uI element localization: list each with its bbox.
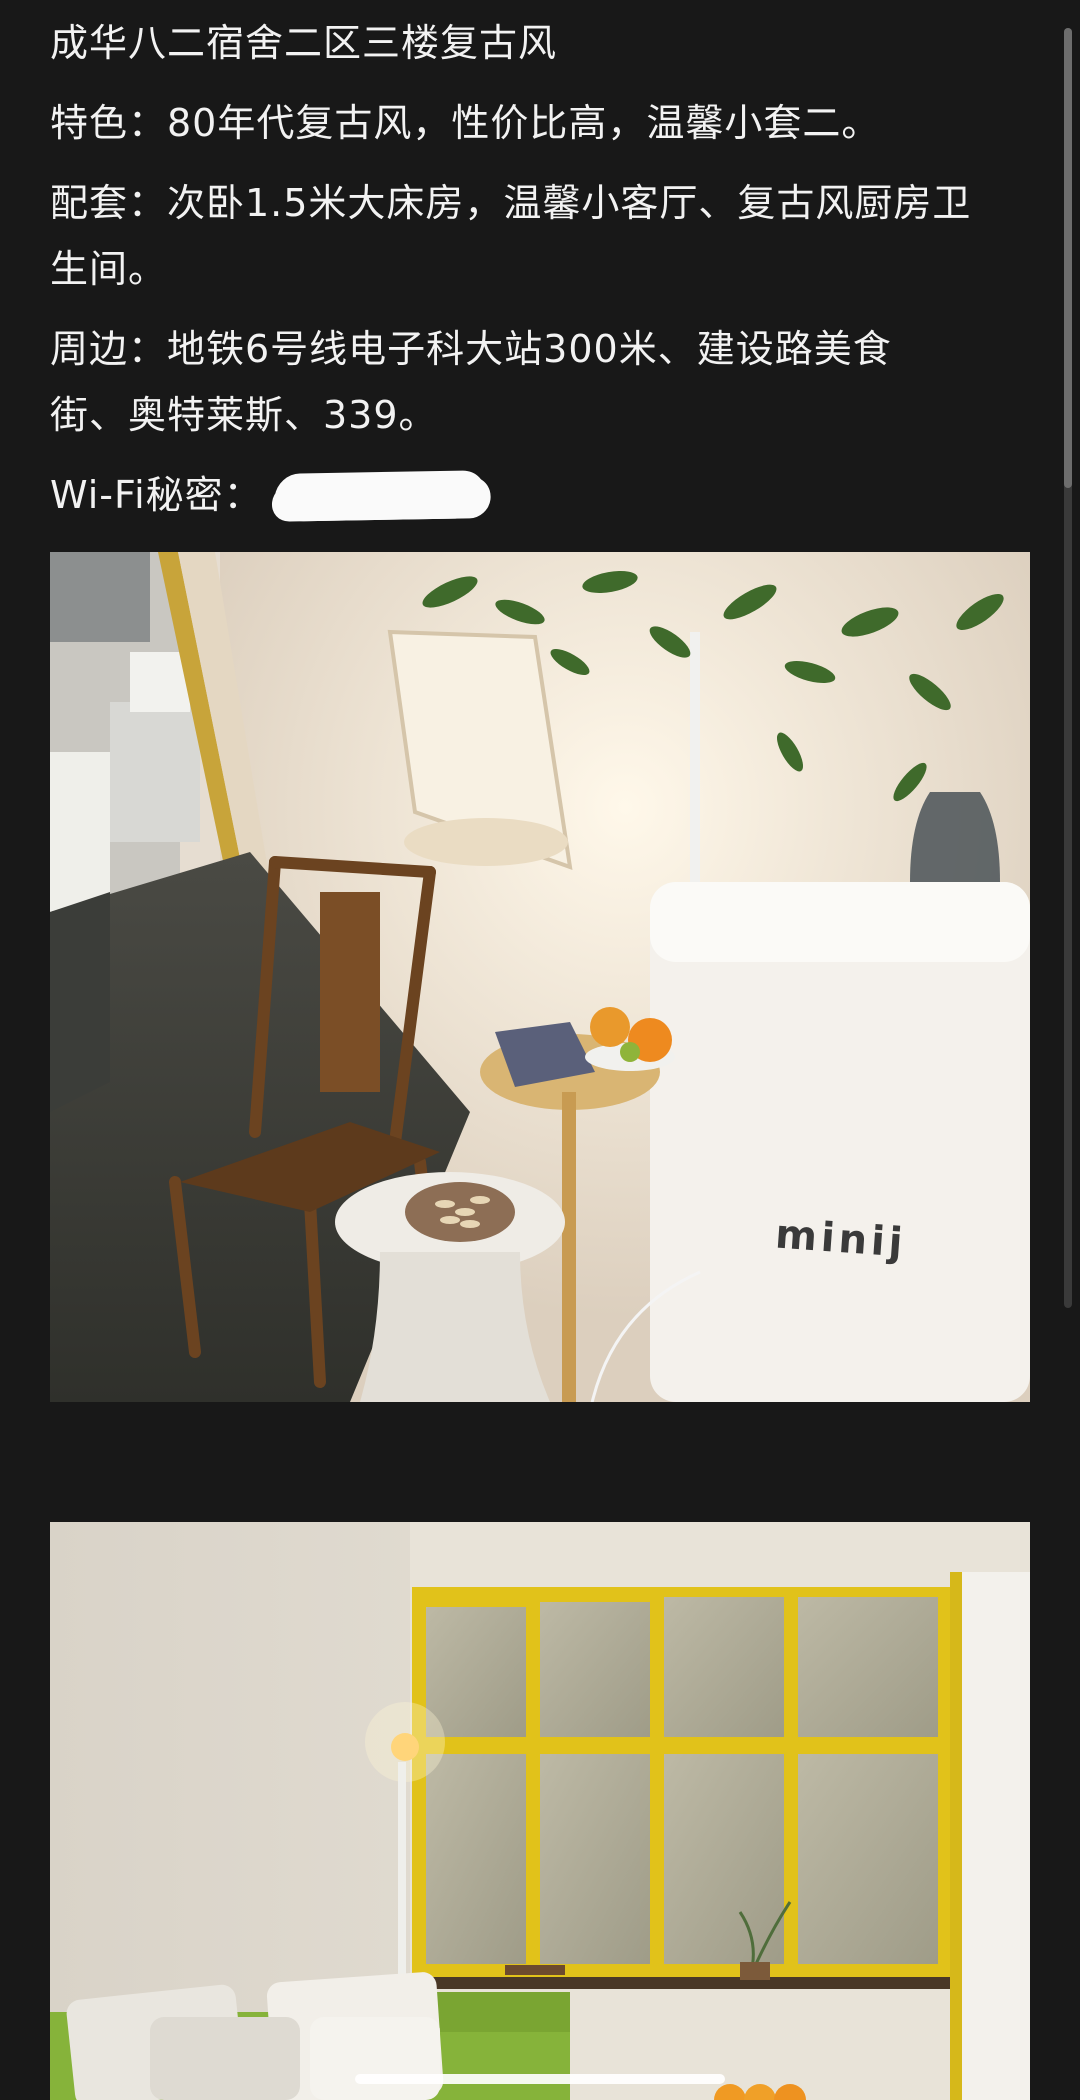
surroundings-text: 周边：地铁6号线电子科大站300米、建设路美食 街、奥特莱斯、339。: [50, 316, 1030, 448]
listing-photo-1[interactable]: minij: [50, 552, 1030, 1402]
surroundings-line: 街、奥特莱斯、339。: [50, 393, 438, 437]
surroundings-line: 周边：地铁6号线电子科大站300米、建设路美食: [50, 327, 892, 371]
wifi-password-redaction: [271, 470, 488, 520]
features-text: 特色：80年代复古风，性价比高，温馨小套二。: [50, 101, 881, 145]
amenities-text: 配套：次卧1.5米大床房，温馨小客厅、复古风厨房卫 生间。: [50, 170, 1030, 302]
amenities-line: 生间。: [50, 247, 168, 291]
listing-photo-2[interactable]: [50, 1522, 1030, 2100]
home-indicator[interactable]: [355, 2074, 725, 2084]
corner-scene: minij: [50, 552, 1030, 1402]
fridge-brand: minij: [774, 1212, 908, 1267]
post-title: 成华八二宿舍二区三楼复古风: [50, 21, 558, 65]
post-text: 成华八二宿舍二区三楼复古风 特色：80年代复古风，性价比高，温馨小套二。 配套：…: [50, 10, 1030, 528]
wifi-row: Wi-Fi秘密：: [50, 462, 1030, 528]
amenities-line: 配套：次卧1.5米大床房，温馨小客厅、复古风厨房卫: [50, 181, 972, 225]
wifi-label: Wi-Fi秘密：: [50, 473, 263, 517]
scrollbar-thumb[interactable]: [1064, 28, 1072, 488]
living-room-scene: [50, 1522, 1030, 2100]
